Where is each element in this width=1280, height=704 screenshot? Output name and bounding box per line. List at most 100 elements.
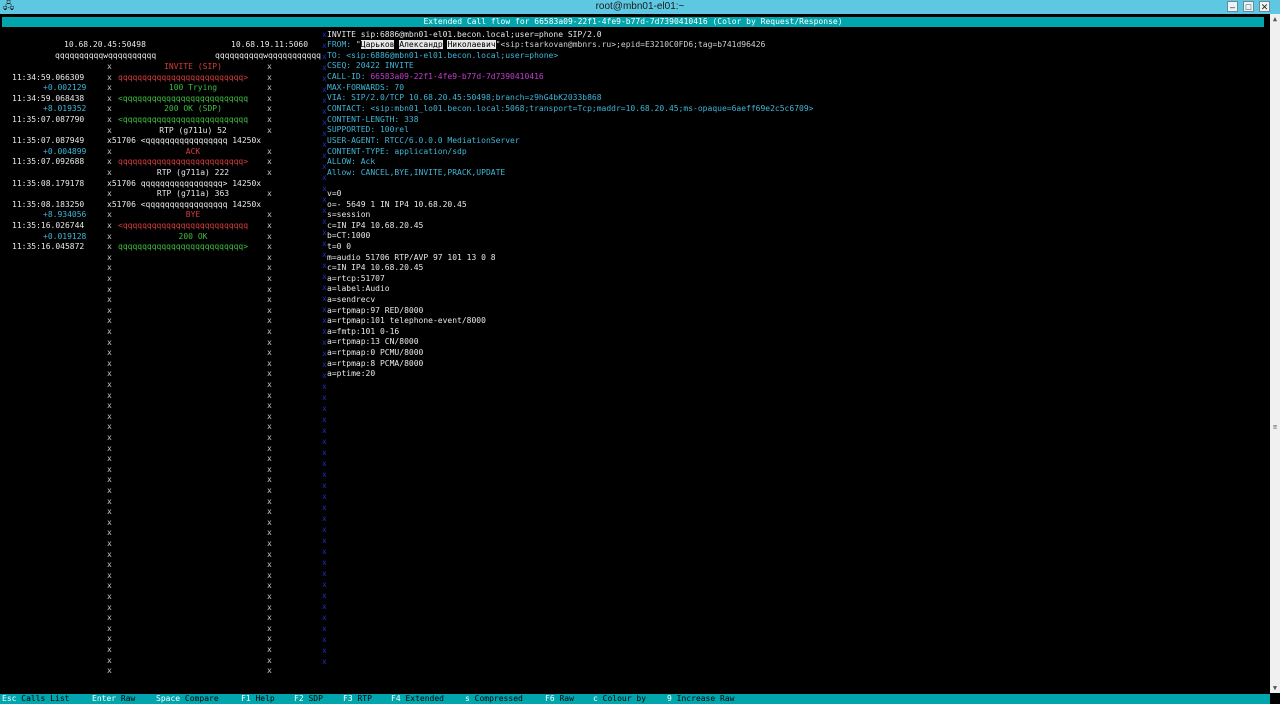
sdp-line: a=rtpmap:8 PCMA/8000 <box>327 358 424 368</box>
lifeline-right: x <box>267 189 272 199</box>
pane-separator: x <box>322 437 327 446</box>
lifeline-left: x <box>107 549 112 559</box>
sip-from-line: FROM: "Царьков Александр Николаевич"<sip… <box>327 40 765 50</box>
lifeline-left: x <box>107 369 112 379</box>
footer-key-enter[interactable]: Enter Raw <box>92 694 135 704</box>
lifeline-right: x <box>267 634 272 644</box>
lifeline-right: x <box>267 125 272 135</box>
flow-message[interactable]: x51706 <qqqqqqqqqqqqqqqqq 14250x <box>107 200 261 210</box>
terminal-area[interactable]: Extended Call flow for 66583a09-22f1-4fe… <box>0 14 1270 704</box>
lifeline-right: x <box>267 72 272 82</box>
lifeline-left: x <box>107 486 112 495</box>
sdp-line: a=rtpmap:0 PCMU/8000 <box>327 348 424 357</box>
lifeline-left: x <box>107 83 112 93</box>
flow-message[interactable]: qqqqqqqqqqqqqqqqqqqqqqqqqq> <box>118 73 248 83</box>
lifeline-right: x <box>267 115 272 124</box>
flow-message[interactable]: <qqqqqqqqqqqqqqqqqqqqqqqqqq <box>118 221 248 231</box>
flow-message[interactable]: x51706 qqqqqqqqqqqqqqqqq> 14250x <box>107 179 261 189</box>
lifeline-left: x <box>107 655 112 665</box>
sip-from-name-3: Николаевич <box>447 40 496 49</box>
footer-key-space[interactable]: Space Compare <box>156 694 219 704</box>
flow-message[interactable]: qqqqqqqqqqqqqqqqqqqqqqqqqq> <box>118 242 248 252</box>
lifeline-left: x <box>107 645 112 654</box>
lifeline-left: x <box>107 602 112 612</box>
lifeline-left: x <box>107 528 112 538</box>
lifeline-left: x <box>107 252 112 262</box>
pane-separator: x <box>322 393 327 402</box>
footer-key: F4 <box>391 694 401 703</box>
footer-key-9[interactable]: 9 Increase Raw <box>667 694 734 704</box>
lifeline-right: x <box>267 252 272 262</box>
footer-key-f3[interactable]: F3 RTP <box>343 694 372 704</box>
lifeline-left: x <box>107 613 112 623</box>
pane-separator: x <box>322 415 327 424</box>
lifeline-left: x <box>107 93 112 103</box>
maximize-button[interactable]: □ <box>1243 1 1254 12</box>
pane-separator: x <box>322 602 327 611</box>
footer-key: Enter <box>92 694 117 703</box>
footer-key-c[interactable]: c Colour by <box>593 694 646 704</box>
flow-timestamp: 11:34:59.068438 <box>12 93 85 103</box>
lifeline-right: x <box>267 517 272 527</box>
footer-label: SDP <box>308 694 323 703</box>
vertical-scrollbar[interactable]: ▲ ≡ ▼ <box>1270 14 1280 693</box>
footer-key-f6[interactable]: F6 Raw <box>545 694 574 704</box>
flow-timestamp: 11:35:16.026744 <box>12 221 85 230</box>
lifeline-left: x <box>107 464 112 474</box>
lifeline-right: x <box>267 104 272 114</box>
flow-message[interactable]: RTP (g711a) 363 <box>118 189 268 199</box>
flow-message[interactable]: RTP (g711u) 52 <box>118 126 268 136</box>
footer-key-esc[interactable]: Esc Calls List <box>2 694 69 704</box>
footer-key-s[interactable]: s Compressed <box>465 694 523 704</box>
flow-message[interactable]: INVITE (SIP) <box>118 62 268 72</box>
scroll-down-icon[interactable]: ▼ <box>1270 683 1280 693</box>
footer-key-f4[interactable]: F4 Extended <box>391 694 444 704</box>
flow-message[interactable]: RTP (g711a) 222 <box>118 168 268 178</box>
flow-message[interactable]: 100 Trying <box>118 83 268 93</box>
flow-message[interactable]: 200 OK <box>118 232 268 242</box>
flow-message[interactable]: x51706 <qqqqqqqqqqqqqqqqq 14250x <box>107 136 261 146</box>
sip-allow-1: ALLOW: Ack <box>327 157 376 166</box>
lifeline-right: x <box>267 157 272 167</box>
lifeline-left: x <box>107 496 112 506</box>
scroll-up-icon[interactable]: ▲ <box>1270 14 1280 24</box>
footer-label: Help <box>255 694 275 703</box>
lifeline-right: x <box>267 549 272 559</box>
lifeline-left: x <box>107 146 112 156</box>
lifeline-right: x <box>267 486 272 495</box>
lifeline-left: x <box>107 189 112 199</box>
pane-separator: x <box>322 525 327 534</box>
flow-message[interactable]: qqqqqqqqqqqqqqqqqqqqqqqqqq> <box>118 157 248 167</box>
flow-message[interactable]: ACK <box>118 147 268 157</box>
minimize-button[interactable]: – <box>1227 1 1238 12</box>
flow-message[interactable]: 200 OK (SDP) <box>118 104 268 114</box>
window-title: root@mbn01-el01:~ <box>595 1 685 12</box>
close-button[interactable]: ✕ <box>1259 1 1270 12</box>
lifeline-right: x <box>267 655 272 665</box>
scroll-grip-icon[interactable]: ≡ <box>1272 422 1278 432</box>
lifeline-right: x <box>267 210 272 220</box>
pane-separator: x <box>322 459 327 468</box>
flow-timestamp: 11:35:16.045872 <box>12 242 85 252</box>
sdp-line: a=sendrecv <box>327 295 376 304</box>
flow-message[interactable]: BYE <box>118 210 268 220</box>
sdp-line: o=- 5649 1 IN IP4 10.68.20.45 <box>327 199 467 209</box>
footer-key-f2[interactable]: F2 SDP <box>294 694 323 704</box>
footer-key-f1[interactable]: F1 Help <box>241 694 275 704</box>
pane-separator: x <box>322 646 327 655</box>
sdp-line: t=0 0 <box>327 242 352 251</box>
footer-key: F2 <box>294 694 304 703</box>
pane-separator: x <box>322 448 327 457</box>
lifeline-left: x <box>107 316 112 326</box>
lifeline-left: x <box>107 242 112 252</box>
sip-content-length: CONTENT-LENGTH: 338 <box>327 115 419 124</box>
lifeline-right: x <box>267 645 272 654</box>
window-title-bar[interactable]: 🖧 root@mbn01-el01:~ – □ ✕ <box>0 0 1280 14</box>
flow-message[interactable]: <qqqqqqqqqqqqqqqqqqqqqqqqqq <box>118 115 248 125</box>
function-key-bar[interactable]: Esc Calls List Enter Raw Space Compare F1 H… <box>0 694 1270 704</box>
footer-label: Extended <box>405 694 444 703</box>
lifeline-right: x <box>267 168 272 177</box>
lifeline-left: x <box>107 560 112 570</box>
flow-message[interactable]: <qqqqqqqqqqqqqqqqqqqqqqqqqq <box>118 94 248 104</box>
lifeline-right: x <box>267 401 272 411</box>
